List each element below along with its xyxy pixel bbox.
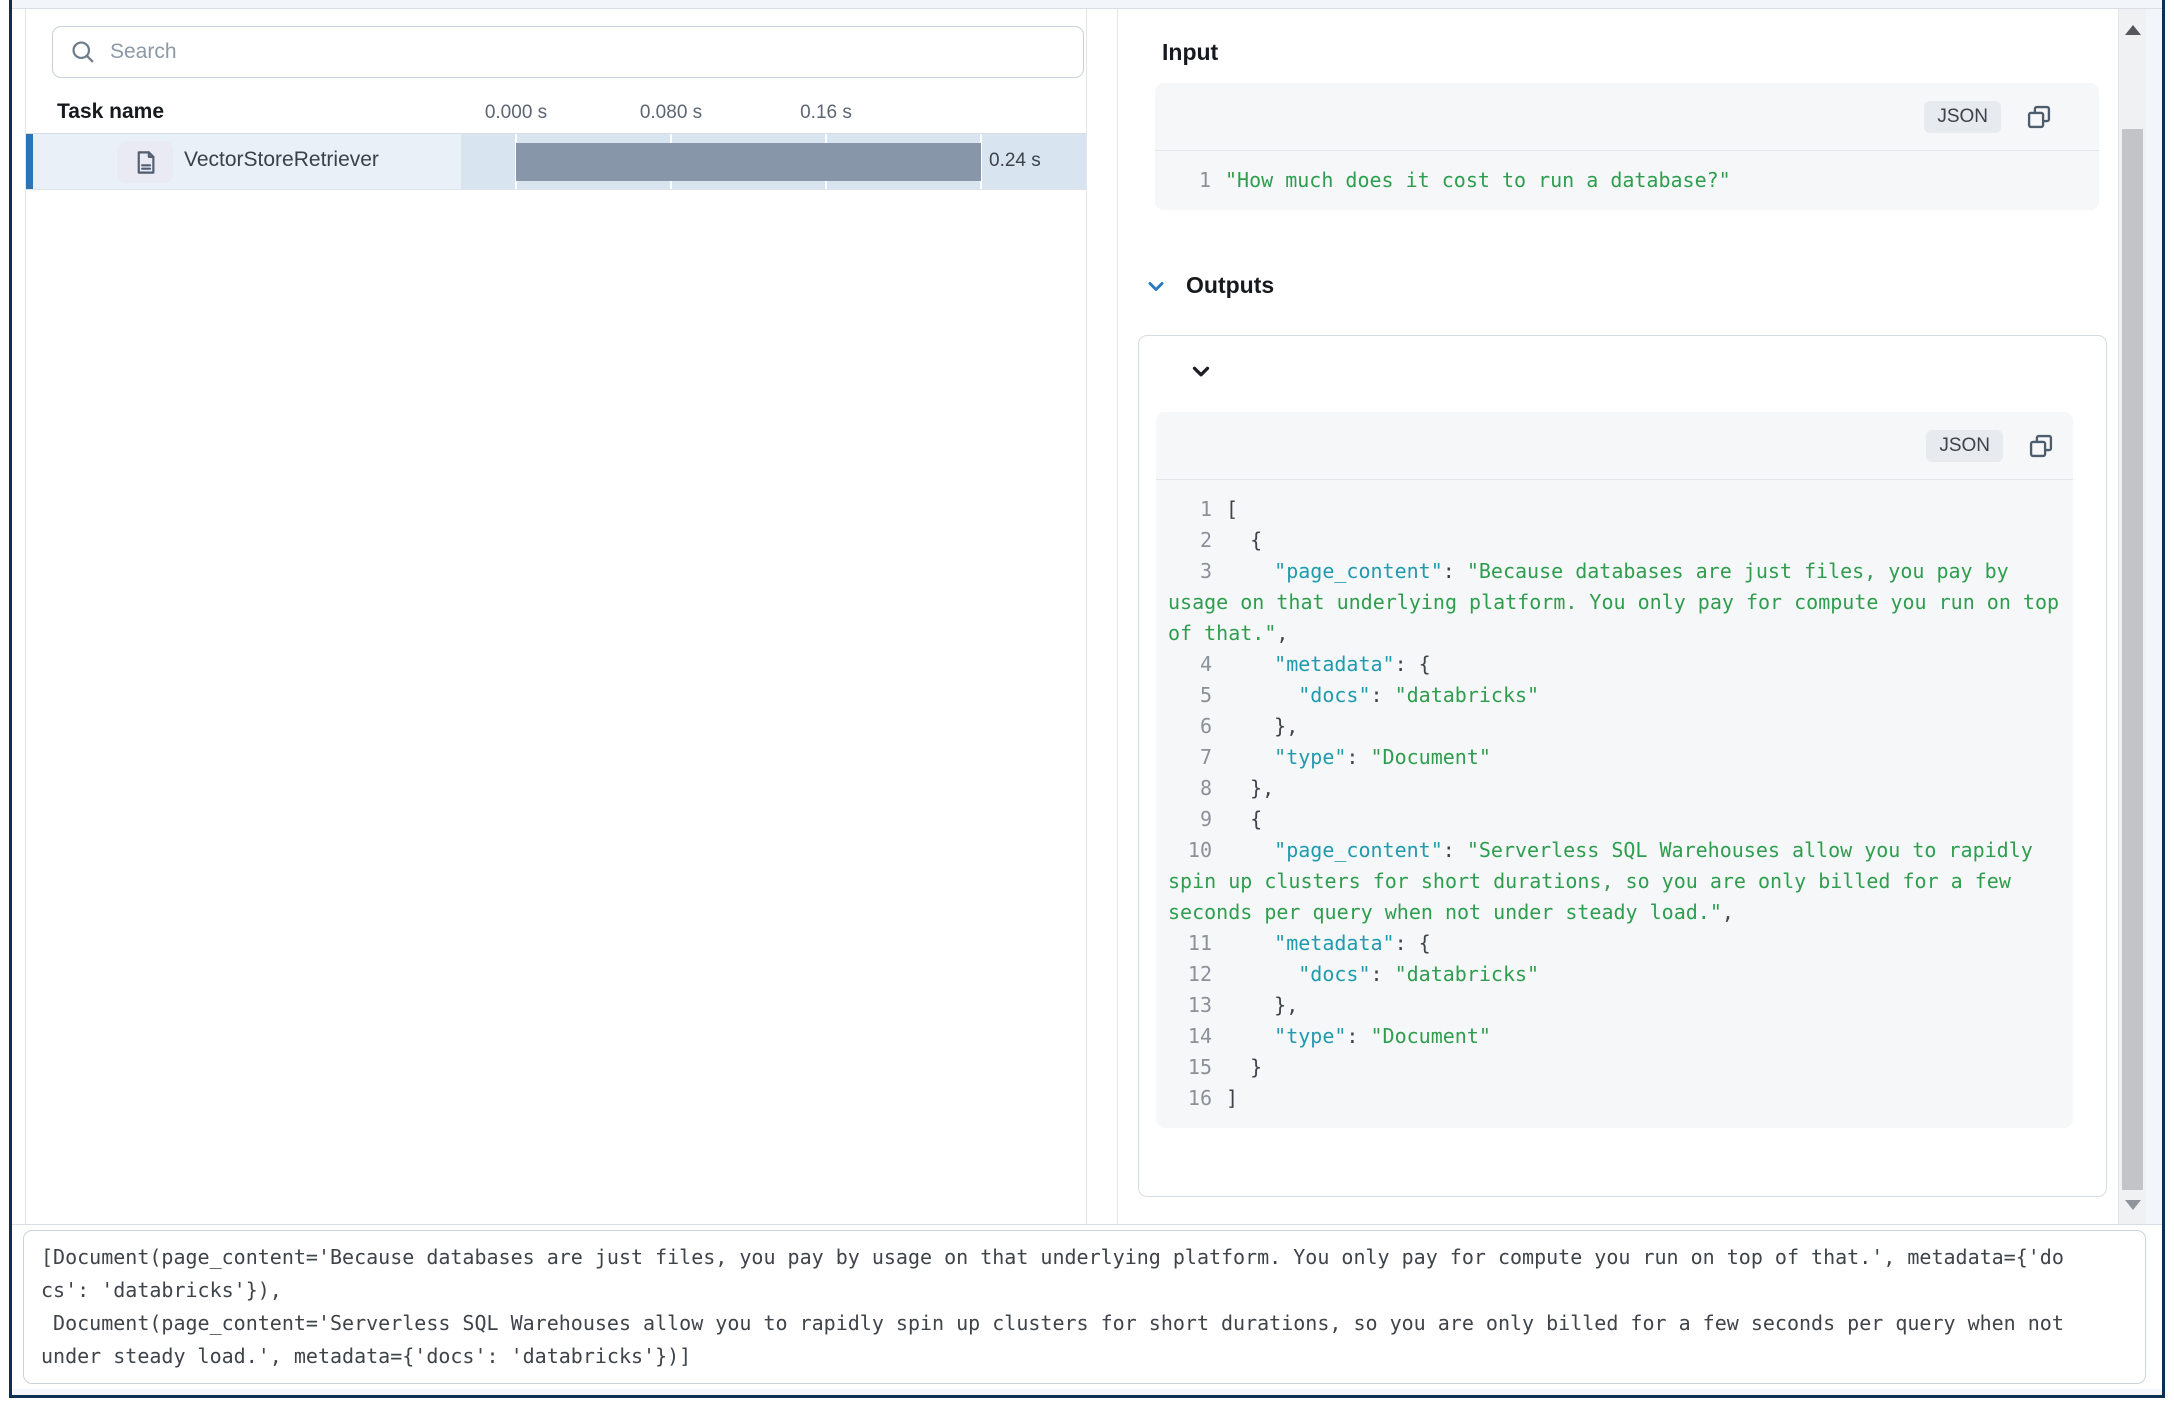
code-line: 13 },	[1168, 990, 2061, 1021]
code-line: 12 "docs": "databricks"	[1168, 959, 2061, 990]
line-number: 5	[1168, 680, 1212, 711]
raw-output-block: [Document(page_content='Because database…	[23, 1230, 2146, 1384]
right-strip	[2146, 9, 2162, 1224]
line-number: 11	[1168, 928, 1212, 959]
main-area: Task name 0.000 s 0.080 s 0.16 s VectorS…	[12, 9, 2162, 1225]
line-number: 1	[1167, 165, 1211, 196]
outputs-card-header: JSON	[1156, 412, 2073, 480]
code-line: 11 "metadata": {	[1168, 928, 2061, 959]
copy-icon[interactable]	[2027, 432, 2055, 460]
code-line: 6 },	[1168, 711, 2061, 742]
top-strip	[12, 0, 2162, 9]
json-format-badge[interactable]: JSON	[1924, 101, 2001, 133]
code-line: 15 }	[1168, 1052, 2061, 1083]
duration-label: 0.24 s	[989, 150, 1041, 172]
time-axis-tick-1: 0.080 s	[640, 102, 702, 124]
raw-output-area: [Document(page_content='Because database…	[12, 1225, 2162, 1384]
line-number: 3	[1168, 556, 1212, 587]
chevron-down-icon[interactable]	[1188, 356, 1214, 386]
gantt-bar[interactable]	[516, 143, 981, 181]
span-tree-panel: Task name 0.000 s 0.080 s 0.16 s VectorS…	[25, 9, 1087, 1224]
task-name-column-header: Task name	[57, 100, 164, 124]
json-format-badge[interactable]: JSON	[1926, 430, 2003, 462]
code-line: 16]	[1168, 1083, 2061, 1114]
vertical-scrollbar[interactable]	[2118, 9, 2146, 1224]
panel-gutter	[1087, 9, 1117, 1224]
line-number: 2	[1168, 525, 1212, 556]
line-number: 14	[1168, 1021, 1212, 1052]
code-line: 2 {	[1168, 525, 2061, 556]
line-number: 16	[1168, 1083, 1212, 1114]
time-axis-tick-2: 0.16 s	[800, 102, 852, 124]
code-line: 8 },	[1168, 773, 2061, 804]
code-line: 7 "type": "Document"	[1168, 742, 2061, 773]
trace-viewer-window: Task name 0.000 s 0.080 s 0.16 s VectorS…	[9, 0, 2165, 1398]
raw-output-line: under steady load.', metadata={'docs': '…	[41, 1340, 2128, 1373]
line-number: 9	[1168, 804, 1212, 835]
code-line: 10 "page_content": "Serverless SQL Wareh…	[1168, 835, 2061, 928]
code-line: 1[	[1168, 494, 2061, 525]
raw-output-line: [Document(page_content='Because database…	[41, 1241, 2128, 1274]
code-line: 5 "docs": "databricks"	[1168, 680, 2061, 711]
outputs-json-card: JSON 1[2 {3 "page_content": "Because dat…	[1156, 412, 2073, 1128]
line-number: 6	[1168, 711, 1212, 742]
search-input-container[interactable]	[52, 26, 1084, 78]
outputs-json-code: 1[2 {3 "page_content": "Because database…	[1156, 480, 2073, 1128]
scroll-up-icon[interactable]	[2125, 25, 2141, 35]
time-axis-tick-0: 0.000 s	[485, 102, 547, 124]
left-gutter	[12, 9, 25, 1224]
input-json-code: 1"How much does it cost to run a databas…	[1155, 151, 2099, 210]
scroll-down-icon[interactable]	[2125, 1200, 2141, 1210]
code-line: 4 "metadata": {	[1168, 649, 2061, 680]
code-line: 14 "type": "Document"	[1168, 1021, 2061, 1052]
outputs-section-header: Outputs	[1144, 272, 2118, 299]
selected-row-accent	[26, 134, 33, 189]
line-number: 1	[1168, 494, 1212, 525]
document-icon	[117, 141, 173, 183]
code-line: 3 "page_content": "Because databases are…	[1168, 556, 2061, 649]
task-name-label: VectorStoreRetriever	[184, 148, 379, 172]
code-line: 9 {	[1168, 804, 2061, 835]
search-input[interactable]	[110, 40, 1067, 64]
chevron-down-icon[interactable]	[1144, 274, 1168, 298]
raw-output-line: cs': 'databricks'}),	[41, 1274, 2128, 1307]
timeline-track: 0.24 s	[461, 134, 1086, 189]
line-number: 12	[1168, 959, 1212, 990]
task-table-header: Task name 0.000 s 0.080 s 0.16 s	[26, 98, 1086, 134]
input-json-card: JSON 1"How much does it cost to run a da…	[1155, 83, 2099, 210]
outputs-card: JSON 1[2 {3 "page_content": "Because dat…	[1138, 335, 2107, 1197]
input-card-header: JSON	[1155, 83, 2099, 151]
task-row[interactable]: VectorStoreRetriever 0.24 s	[26, 134, 1086, 190]
line-number: 10	[1168, 835, 1212, 866]
raw-output-line: Document(page_content='Serverless SQL Wa…	[41, 1307, 2128, 1340]
line-number: 7	[1168, 742, 1212, 773]
line-number: 4	[1168, 649, 1212, 680]
scrollbar-thumb[interactable]	[2122, 129, 2143, 1190]
line-number: 15	[1168, 1052, 1212, 1083]
search-icon	[69, 38, 97, 66]
line-number: 8	[1168, 773, 1212, 804]
bottom-strip	[12, 1389, 2162, 1395]
code-line: 1"How much does it cost to run a databas…	[1167, 165, 2087, 196]
search-wrap	[26, 9, 1086, 78]
outputs-section-title: Outputs	[1186, 272, 1274, 299]
line-number: 13	[1168, 990, 1212, 1021]
span-detail-panel: Input JSON 1"How much does it cost to ru…	[1117, 9, 2118, 1224]
input-section-title: Input	[1162, 39, 2118, 66]
copy-icon[interactable]	[2025, 103, 2053, 131]
